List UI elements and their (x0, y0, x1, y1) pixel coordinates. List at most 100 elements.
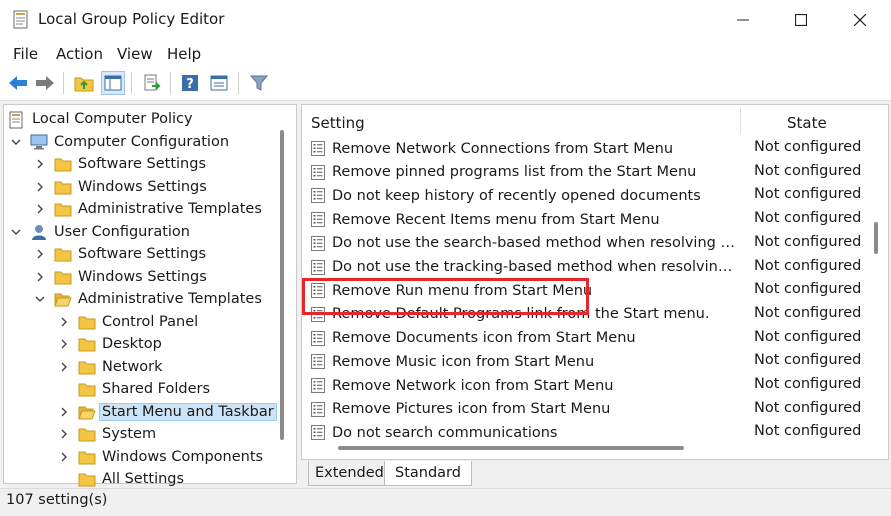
tree-root-local-computer-policy[interactable]: Local Computer Policy (8, 108, 193, 130)
setting-state: Not configured (754, 210, 862, 227)
setting-state: Not configured (754, 186, 862, 203)
setting-row[interactable]: Remove Pictures icon from Start Menu (310, 398, 737, 421)
setting-name: Remove Music icon from Start Menu (332, 353, 595, 370)
setting-row[interactable]: Remove Recent Items menu from Start Menu (310, 208, 737, 231)
chevron-right-icon[interactable] (58, 451, 70, 463)
setting-state: Not configured (754, 281, 862, 298)
setting-row[interactable]: Do not use the search-based method when … (310, 232, 737, 255)
tab-standard[interactable]: Standard (384, 461, 472, 486)
export-list-icon[interactable] (140, 71, 164, 95)
tree-item-windows-settings[interactable]: Windows Settings (34, 176, 207, 198)
setting-state: Not configured (754, 304, 862, 321)
properties-icon[interactable] (207, 71, 231, 95)
help-icon[interactable]: ? (178, 71, 202, 95)
column-divider[interactable] (740, 108, 741, 134)
chevron-down-icon[interactable] (10, 226, 22, 238)
setting-row[interactable]: Remove pinned programs list from the Sta… (310, 161, 737, 184)
tree-item-label: System (102, 426, 157, 442)
tree-item-label: Software Settings (78, 246, 207, 262)
tree-scrollbar[interactable] (280, 130, 284, 440)
menu-action[interactable]: Action (56, 45, 103, 63)
back-arrow-icon[interactable] (6, 71, 30, 95)
setting-row[interactable]: Do not use the tracking-based method whe… (310, 256, 737, 279)
tree-item-label: Software Settings (78, 156, 207, 172)
setting-row[interactable]: Do not keep history of recently opened d… (310, 184, 737, 207)
tree-item-label: Desktop (102, 336, 162, 352)
setting-name: Remove Network icon from Start Menu (332, 377, 614, 394)
policy-setting-icon (310, 187, 326, 204)
tree-item-system[interactable]: System (58, 423, 156, 445)
tree-item-control-panel[interactable]: Control Panel (58, 311, 198, 333)
tree-item-software-settings[interactable]: Software Settings (34, 153, 206, 175)
setting-row[interactable]: Do not search communications (310, 421, 737, 440)
setting-state: Not configured (754, 162, 862, 179)
tree-item-administrative-templates[interactable]: Administrative Templates (34, 288, 262, 310)
chevron-right-icon[interactable] (58, 338, 70, 350)
tree-item-windows-components[interactable]: Windows Components (58, 446, 263, 468)
chevron-down-icon[interactable] (34, 293, 46, 305)
chevron-right-icon[interactable] (34, 271, 46, 283)
list-vertical-scrollbar[interactable] (874, 222, 878, 254)
filter-icon[interactable] (247, 71, 271, 95)
toolbar-separator (63, 72, 64, 94)
minimize-button[interactable] (712, 0, 774, 40)
menu-view[interactable]: View (117, 45, 153, 63)
policy-setting-icon (310, 211, 326, 228)
show-hide-tree-icon[interactable] (101, 71, 125, 95)
tab-extended[interactable]: Extended (308, 461, 391, 486)
tree-item-label: Administrative Templates (78, 291, 262, 307)
toolbar-separator (170, 72, 171, 94)
folder-icon (78, 449, 96, 465)
chevron-right-icon[interactable] (34, 158, 46, 170)
computer-icon (30, 134, 48, 150)
policy-setting-icon (310, 164, 326, 181)
menu-help[interactable]: Help (167, 45, 201, 63)
setting-row[interactable]: Remove Network icon from Start Menu (310, 374, 737, 397)
tree-item-label: Administrative Templates (78, 201, 262, 217)
setting-row[interactable]: Remove Network Connections from Start Me… (310, 137, 737, 160)
maximize-button[interactable] (770, 0, 832, 40)
policy-doc-icon (8, 111, 26, 129)
chevron-right-icon[interactable] (34, 248, 46, 260)
setting-row[interactable]: Remove Documents icon from Start Menu (310, 327, 737, 350)
tree-item-all-settings[interactable]: All Settings (58, 468, 184, 490)
folder-icon (54, 201, 72, 217)
up-folder-icon[interactable] (72, 71, 96, 95)
folder-icon (54, 156, 72, 172)
column-header-setting[interactable]: Setting (311, 114, 365, 132)
chevron-right-icon[interactable] (34, 203, 46, 215)
column-header-state[interactable]: State (787, 114, 827, 132)
chevron-right-icon[interactable] (58, 316, 70, 328)
tree-item-label: Control Panel (102, 313, 199, 330)
tree-item-shared-folders[interactable]: Shared Folders (58, 378, 210, 400)
folder-icon (78, 381, 96, 397)
tree-item-software-settings[interactable]: Software Settings (34, 243, 206, 265)
folder-icon (78, 359, 96, 375)
tree-item-network[interactable]: Network (58, 356, 163, 378)
chevron-down-icon[interactable] (10, 136, 22, 148)
folder-icon (54, 179, 72, 195)
chevron-right-icon[interactable] (58, 361, 70, 373)
tree-item-windows-settings[interactable]: Windows Settings (34, 266, 207, 288)
open-folder-icon (78, 404, 96, 420)
forward-arrow-icon[interactable] (33, 71, 57, 95)
setting-row[interactable]: Remove Music icon from Start Menu (310, 350, 737, 373)
chevron-right-icon[interactable] (58, 428, 70, 440)
list-horizontal-scrollbar[interactable] (338, 446, 684, 450)
tree-item-start-menu-and-taskbar[interactable]: Start Menu and Taskbar (58, 401, 277, 423)
menu-file[interactable]: File (13, 45, 38, 63)
setting-name: Remove Pictures icon from Start Menu (332, 401, 611, 418)
chevron-right-icon[interactable] (58, 406, 70, 418)
tree-item-label: User Configuration (54, 223, 190, 240)
chevron-right-icon[interactable] (34, 181, 46, 193)
setting-state: Not configured (754, 352, 862, 369)
policy-setting-icon (310, 401, 326, 418)
toolbar-separator (131, 72, 132, 94)
setting-name: Do not use the search-based method when … (332, 235, 737, 252)
tree-item-computer-configuration[interactable]: Computer Configuration (10, 131, 229, 153)
folder-icon (54, 246, 72, 262)
tree-item-user-configuration[interactable]: User Configuration (10, 221, 190, 243)
tree-item-administrative-templates[interactable]: Administrative Templates (34, 198, 262, 220)
close-button[interactable] (829, 0, 891, 40)
tree-item-desktop[interactable]: Desktop (58, 333, 162, 355)
